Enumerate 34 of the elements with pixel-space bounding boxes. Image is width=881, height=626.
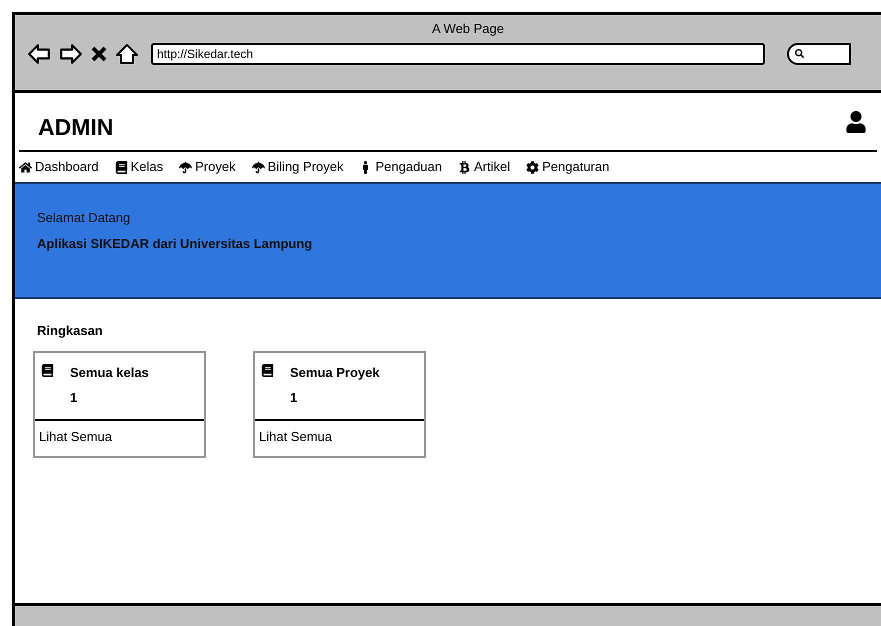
view-all-link[interactable]: Lihat Semua [255,420,332,446]
card-title: Semua Proyek [290,364,380,382]
nav-link[interactable]: Pengaduan [375,157,442,177]
gear-icon [526,160,540,174]
view-all-link[interactable]: Lihat Semua [35,420,112,446]
nav-link[interactable]: Biling Proyek [268,157,344,177]
greeting-text: Selamat Datang [37,209,132,227]
book-icon [114,160,128,174]
coin-icon [458,160,471,174]
search-field[interactable] [787,42,851,64]
nav-link[interactable]: Kelas [130,157,164,177]
address-field[interactable]: http://Sikedar.tech [151,42,765,64]
nav-link[interactable]: Dashboard [35,157,99,177]
back-arrow-icon[interactable] [27,42,51,64]
window-title: A Web Page [432,20,504,38]
book-icon [41,364,54,376]
book-icon [261,364,274,376]
forward-arrow-icon[interactable] [59,42,83,64]
user-icon[interactable] [845,111,867,133]
close-icon[interactable] [91,46,107,62]
section-title: Ringkasan [37,322,104,340]
umbrella-icon [252,160,265,174]
nav-link[interactable]: Pengaturan [542,157,610,177]
home-icon [19,160,32,174]
page-title: ADMIN [38,112,114,142]
home-icon[interactable] [115,42,139,64]
search-icon [795,49,804,58]
nav-link[interactable]: Proyek [195,157,236,177]
card-count: 1 [290,389,298,407]
card-count: 1 [70,389,78,407]
banner-subtitle: Aplikasi SIKEDAR dari Universitas Lampung [37,234,314,253]
umbrella-icon [179,160,192,174]
nav-link[interactable]: Artikel [474,157,510,177]
card-title: Semua kelas [70,364,149,382]
